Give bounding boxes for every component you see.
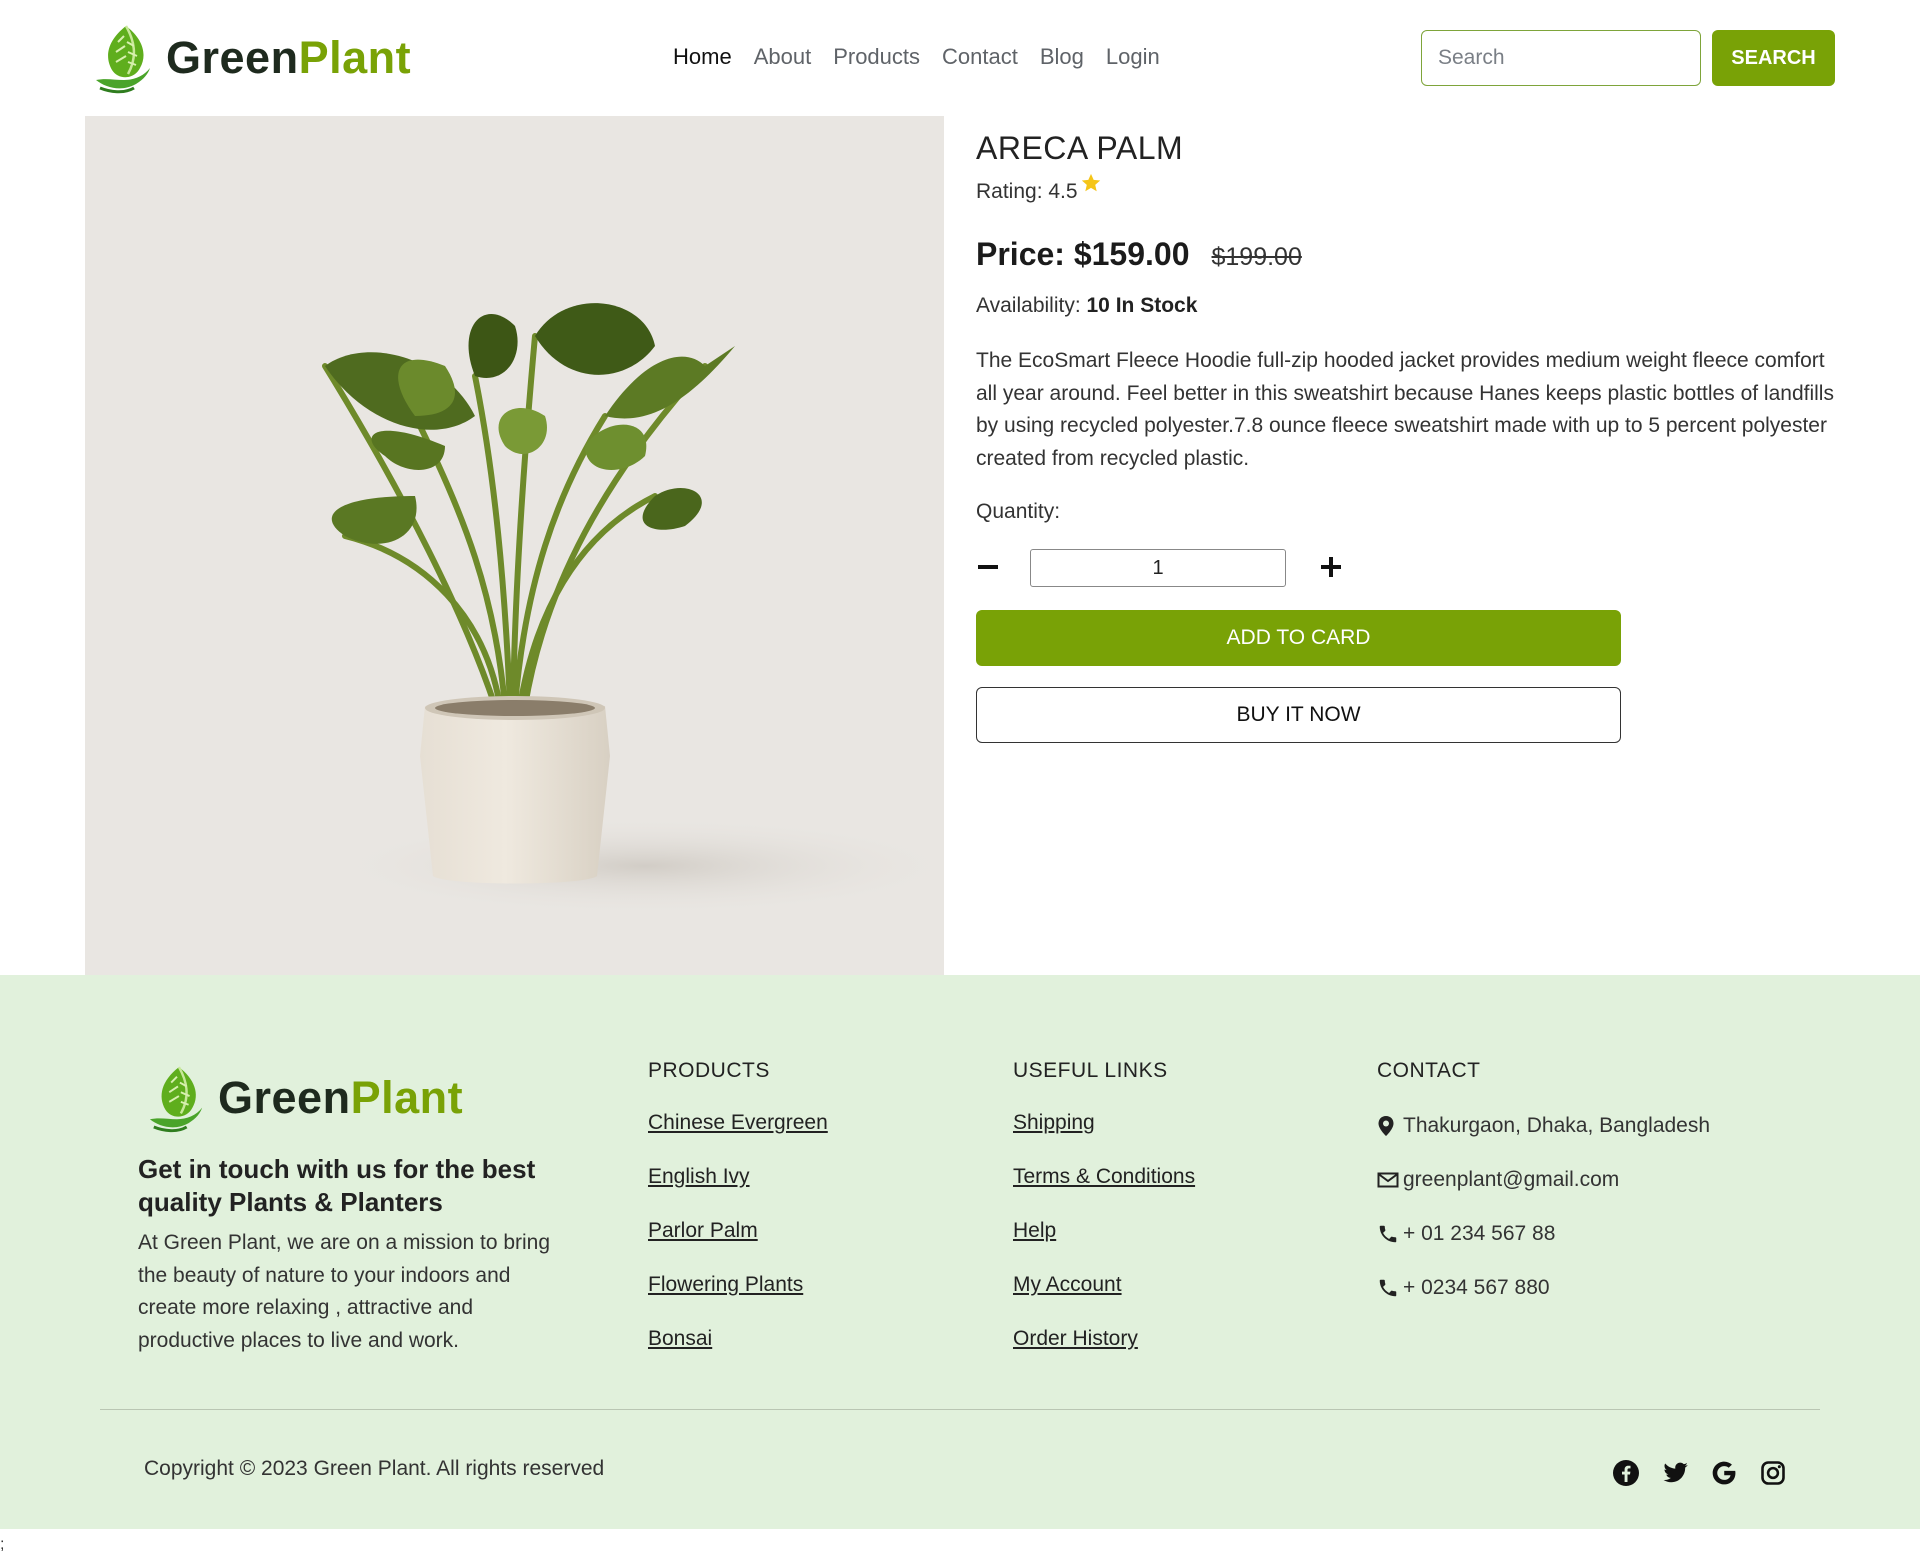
footer-useful-links-heading: USEFUL LINKS [1013,1059,1168,1082]
product-price: Price: $159.00 $199.00 [976,236,1302,273]
minus-icon [978,565,998,569]
footer-brand-logo[interactable]: GreenPlant [148,1063,463,1133]
footer-link-order-history[interactable]: Order History [1013,1327,1138,1350]
contact-address: Thakurgaon, Dhaka, Bangladesh [1377,1099,1710,1153]
product-image [85,116,944,975]
product-description: The EcoSmart Fleece Hoodie full-zip hood… [976,349,1834,470]
footer-about: At Green Plant, we are on a mission to b… [138,1231,551,1352]
phone-icon [1377,1277,1399,1299]
product-rating: Rating: 4.5 [976,173,1102,204]
location-pin-icon [1377,1115,1399,1137]
contact-address-text: Thakurgaon, Dhaka, Bangladesh [1403,1114,1711,1137]
contact-phone-1-text: + 01 234 567 88 [1403,1222,1556,1245]
availability-value: 10 In Stock [1086,294,1198,317]
instagram-icon[interactable] [1759,1459,1787,1487]
copyright-text: Copyright © 2023 Green Plant. All rights… [144,1457,605,1480]
footer-link-bonsai[interactable]: Bonsai [648,1327,712,1350]
site-footer: GreenPlant Get in touch with us for the … [0,975,1920,1529]
nav-about[interactable]: About [754,44,812,70]
star-icon [1080,172,1102,200]
footer-link-my-account[interactable]: My Account [1013,1273,1122,1296]
availability-label: Availability: [976,294,1087,317]
leaf-logo-icon [149,1066,203,1133]
contact-email-text[interactable]: greenplant@gmail.com [1403,1168,1619,1192]
envelope-icon [1377,1171,1399,1189]
footer-brand-name: GreenPlant [218,1072,464,1123]
nav-products[interactable]: Products [833,44,920,70]
google-icon[interactable] [1710,1459,1738,1487]
leaf-logo-icon [96,25,150,94]
stray-text: ; [0,1536,5,1553]
contact-phone-2-text: + 0234 567 880 [1403,1276,1550,1299]
quantity-input[interactable] [1030,549,1286,587]
footer-link-shipping[interactable]: Shipping [1013,1111,1095,1134]
site-header: GreenPlant Home About Products Contact B… [0,0,1920,116]
rating-text: Rating: 4.5 [976,180,1078,203]
footer-useful-links-column: USEFUL LINKS Shipping Terms & Conditions… [1013,1059,1195,1381]
contact-email: greenplant@gmail.com [1377,1153,1710,1207]
footer-contact-column: CONTACT Thakurgaon, Dhaka, Bangladesh gr… [1377,1059,1710,1315]
twitter-icon[interactable] [1661,1459,1689,1487]
nav-blog[interactable]: Blog [1040,44,1084,70]
nav-login[interactable]: Login [1106,44,1160,70]
quantity-decrease-button[interactable] [976,552,1000,582]
search-button[interactable]: SEARCH [1712,30,1835,86]
availability: Availability: 10 In Stock [976,294,1197,318]
buy-now-button[interactable]: BUY IT NOW [976,687,1621,743]
phone-icon [1377,1223,1399,1245]
footer-tagline: Get in touch with us for the best qualit… [138,1154,536,1217]
add-to-cart-button[interactable]: ADD TO CARD [976,610,1621,666]
nav-contact[interactable]: Contact [942,44,1018,70]
nav-home[interactable]: Home [673,44,732,70]
footer-products-column: PRODUCTS Chinese Evergreen English Ivy P… [648,1059,828,1381]
social-links [1612,1459,1787,1487]
search-input[interactable] [1421,30,1701,86]
footer-link-terms[interactable]: Terms & Conditions [1013,1165,1195,1188]
old-price: $199.00 [1211,243,1302,271]
contact-phone-2: + 0234 567 880 [1377,1261,1710,1315]
brand-logo[interactable]: GreenPlant [94,22,411,94]
plant-illustration [322,303,944,916]
footer-divider [100,1409,1820,1410]
footer-products-heading: PRODUCTS [648,1059,770,1082]
main-nav: Home About Products Contact Blog Login [673,44,1160,70]
brand-name: GreenPlant [166,32,412,83]
quantity-increase-button[interactable] [1318,552,1344,582]
quantity-label: Quantity: [976,500,1061,523]
footer-link-english-ivy[interactable]: English Ivy [648,1165,750,1188]
plus-icon [1321,557,1341,577]
footer-link-help[interactable]: Help [1013,1219,1056,1242]
contact-phone-1: + 01 234 567 88 [1377,1207,1710,1261]
footer-link-chinese-evergreen[interactable]: Chinese Evergreen [648,1111,828,1134]
current-price: Price: $159.00 [976,236,1190,272]
footer-link-parlor-palm[interactable]: Parlor Palm [648,1219,758,1242]
facebook-icon[interactable] [1612,1459,1640,1487]
footer-link-flowering-plants[interactable]: Flowering Plants [648,1273,803,1296]
product-title: ARECA PALM [976,130,1184,166]
